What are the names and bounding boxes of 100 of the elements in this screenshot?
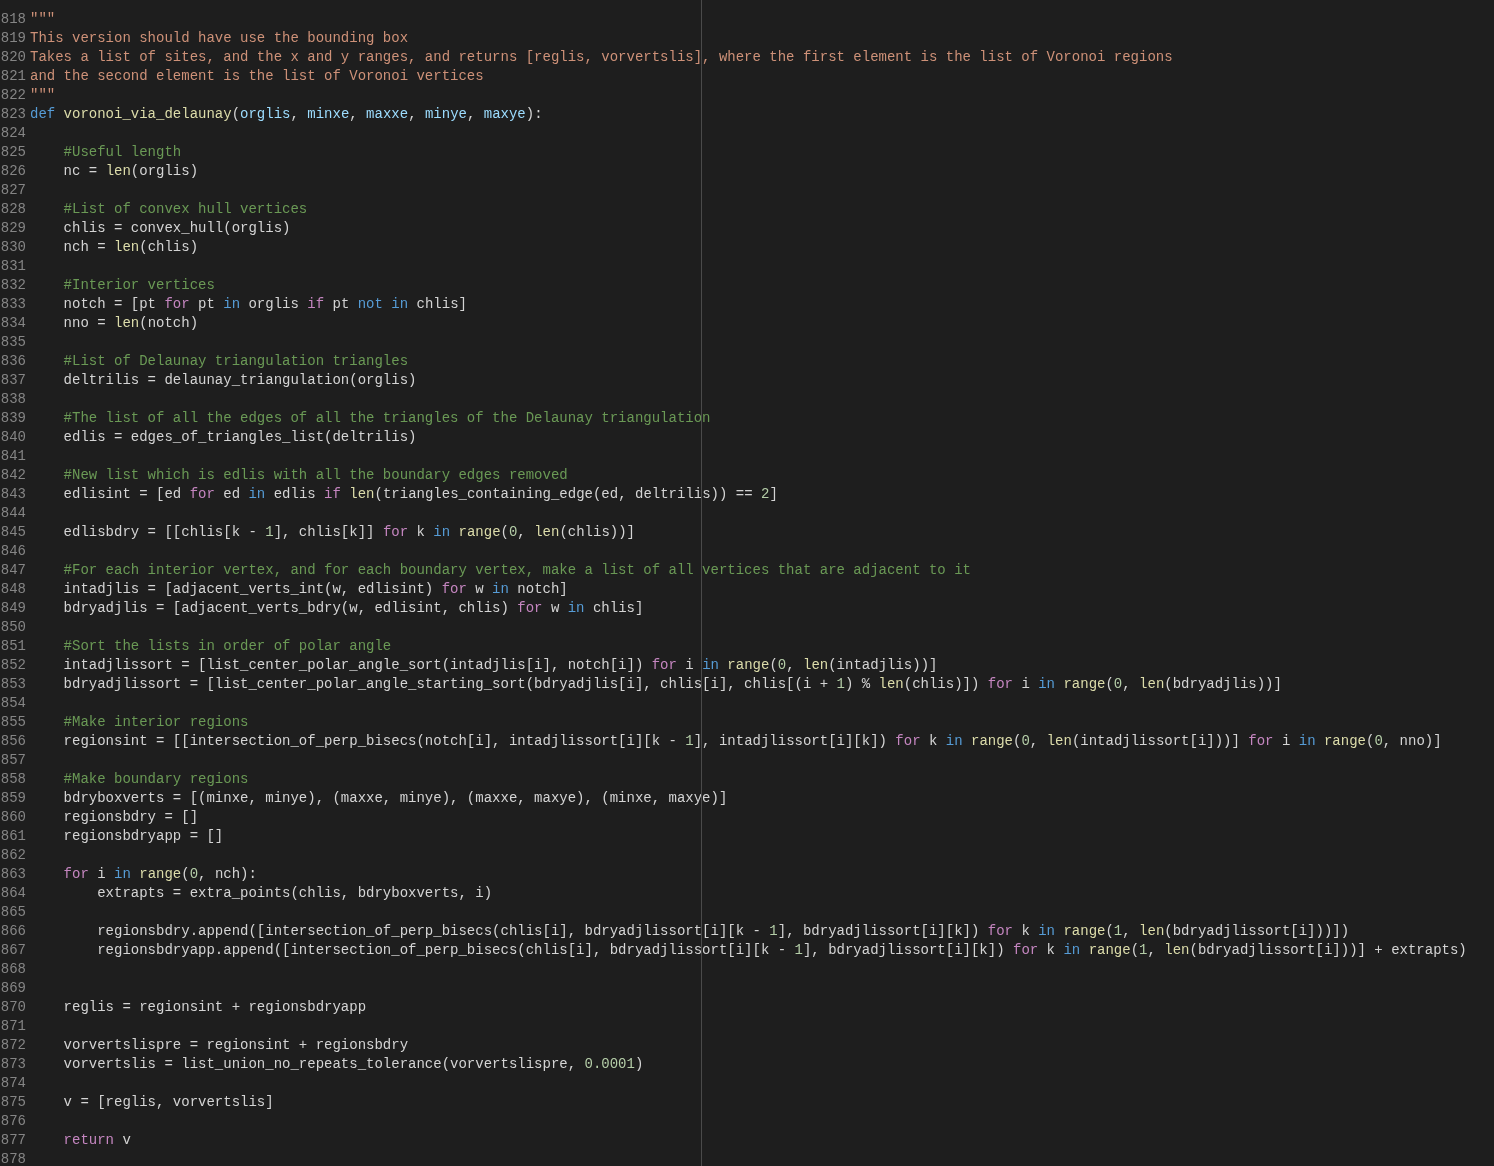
line-number: 823 [0,105,26,124]
code-line: #List of convex hull vertices [62,200,308,219]
code-line: vorvertslis = list_union_no_repeats_tolerance(vorvertslispre, 0.0001) [62,1055,644,1074]
line-number: 845 [0,523,26,542]
code-line: vorvertslispre = regionsint + regionsbdry [62,1036,409,1055]
line-number: 860 [0,808,26,827]
code-line: extrapts = extra_points(chlis, bdryboxverts, i) [96,884,493,903]
code-line: def voronoi_via_delaunay(orglis, minxe, maxxe, minye, maxye): [30,105,543,124]
line-number: 827 [0,181,26,200]
line-number: 849 [0,599,26,618]
line-number: 852 [0,656,26,675]
line-number: 846 [0,542,26,561]
line-number: 835 [0,333,26,352]
code-line: reglis = regionsint + regionsbdryapp [62,998,367,1017]
line-number: 862 [0,846,26,865]
line-number: 872 [0,1036,26,1055]
code-line: """ [30,10,56,29]
code-line: Takes a list of sites, and the x and y ranges, and returns [reglis, vorvertslis], where the first element is the list of Voronoi regions [30,48,1173,67]
line-number: 820 [0,48,26,67]
code-line: nno = len(notch) [62,314,199,333]
code-line: v = [reglis, vorvertslis] [62,1093,274,1112]
line-number: 819 [0,29,26,48]
code-line: notch = [pt for pt in orglis if pt not in chlis] [62,295,467,314]
line-number: 873 [0,1055,26,1074]
line-number: 843 [0,485,26,504]
line-number: 818 [0,10,26,29]
line-number: 854 [0,694,26,713]
code-line: intadjlis = [adjacent_verts_int(w, edlisint) for w in notch] [62,580,568,599]
line-number: 839 [0,409,26,428]
code-line: #The list of all the edges of all the triangles of the Delaunay triangulation [62,409,711,428]
code-line: bdryadjlis = [adjacent_verts_bdry(w, edlisint, chlis) for w in chlis] [62,599,644,618]
line-number: 830 [0,238,26,257]
line-number: 866 [0,922,26,941]
line-number: 844 [0,504,26,523]
line-number: 850 [0,618,26,637]
line-number: 876 [0,1112,26,1131]
code-line: deltrilis = delaunay_triangulation(orglis) [62,371,417,390]
code-line: #List of Delaunay triangulation triangles [62,352,409,371]
line-number: 829 [0,219,26,238]
line-number: 840 [0,428,26,447]
code-line: edlis = edges_of_triangles_list(deltrilis) [62,428,417,447]
line-number: 834 [0,314,26,333]
line-number: 841 [0,447,26,466]
code-line: regionsbdry.append([intersection_of_perp_bisecs(chlis[i], bdryadjlissort[i][k - 1], bdryadjlissort[i][k]) for k in range(1, len(bdryadjlissort[i]))]) [96,922,1350,941]
code-line: intadjlissort = [list_center_polar_angle_sort(intadjlis[i], notch[i]) for i in range(0, len(intadjlis))] [62,656,938,675]
code-line: regionsbdry = [] [62,808,199,827]
line-number: 865 [0,903,26,922]
line-number: 875 [0,1093,26,1112]
line-number: 842 [0,466,26,485]
code-line: edlisint = [ed for ed in edlis if len(triangles_containing_edge(ed, deltrilis)) == 2] [62,485,778,504]
code-line: #Sort the lists in order of polar angle [62,637,392,656]
code-line: regionsint = [[intersection_of_perp_bisecs(notch[i], intadjlissort[i][k - 1], intadjlissort[i][k]) for k in range(0, len(intadjlissort[i]))] for i in range(0, nno)] [62,732,1442,751]
code-line: chlis = convex_hull(orglis) [62,219,291,238]
line-number: 878 [0,1150,26,1166]
line-number: 863 [0,865,26,884]
code-line: for i in range(0, nch): [62,865,257,884]
line-number: 859 [0,789,26,808]
line-number: 848 [0,580,26,599]
code-line: nc = len(orglis) [62,162,199,181]
line-number: 837 [0,371,26,390]
code-line: bdryboxverts = [(minxe, minye), (maxxe, minye), (maxxe, maxye), (minxe, maxye)] [62,789,728,808]
code-line: bdryadjlissort = [list_center_polar_angle_starting_sort(bdryadjlis[i], chlis[i], chlis[(i + 1) % len(chlis)]) for i in range(0, len(bdryadjlis))] [62,675,1282,694]
line-number: 856 [0,732,26,751]
line-number: 831 [0,257,26,276]
code-line: #For each interior vertex, and for each boundary vertex, make a list of all vertices that are adjacent to it [62,561,971,580]
line-number: 828 [0,200,26,219]
code-line: return v [62,1131,131,1150]
code-line: #Interior vertices [62,276,215,295]
code-line: #Useful length [62,143,182,162]
line-number: 826 [0,162,26,181]
code-line: regionsbdryapp.append([intersection_of_perp_bisecs(chlis[i], bdryadjlissort[i][k - 1], bdryadjlissort[i][k]) for k in range(1, len(bdryadjlissort[i]))] + extrapts) [96,941,1467,960]
line-number: 853 [0,675,26,694]
code-line: and the second element is the list of Voronoi vertices [30,67,484,86]
line-number: 847 [0,561,26,580]
line-number: 824 [0,124,26,143]
code-line: #Make boundary regions [62,770,249,789]
code-line: This version should have use the bounding box [30,29,409,48]
line-number: 870 [0,998,26,1017]
line-number: 861 [0,827,26,846]
line-number: 857 [0,751,26,770]
code-line: edlisbdry = [[chlis[k - 1], chlis[k]] for k in range(0, len(chlis))] [62,523,635,542]
line-number: 825 [0,143,26,162]
line-number: 851 [0,637,26,656]
code-line: nch = len(chlis) [62,238,199,257]
line-number: 858 [0,770,26,789]
line-number: 836 [0,352,26,371]
line-number: 832 [0,276,26,295]
line-number: 833 [0,295,26,314]
code-line: """ [30,86,56,105]
code-line: #Make interior regions [62,713,249,732]
line-number: 867 [0,941,26,960]
code-line: #New list which is edlis with all the boundary edges removed [62,466,568,485]
code-line: regionsbdryapp = [] [62,827,224,846]
line-number: 864 [0,884,26,903]
line-number: 821 [0,67,26,86]
line-number: 855 [0,713,26,732]
line-number: 838 [0,390,26,409]
line-number: 877 [0,1131,26,1150]
line-number: 868 [0,960,26,979]
line-number: 822 [0,86,26,105]
